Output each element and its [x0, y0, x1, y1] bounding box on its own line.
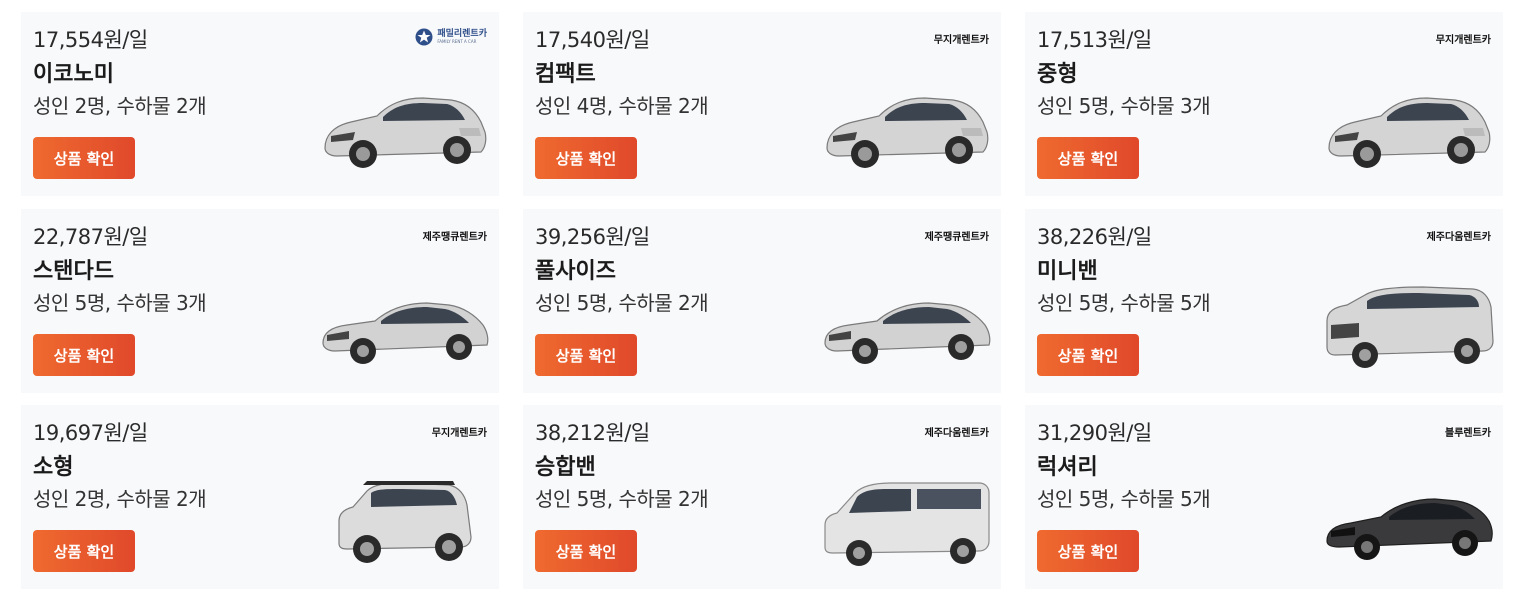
company-name: 무지개렌트카	[431, 428, 487, 439]
company-name: 제주땡큐렌트카	[422, 232, 487, 243]
capacity: 성인 5명, 수하물 2개	[535, 291, 709, 315]
car-type: 승합밴	[535, 455, 596, 480]
car-card-fullsize: 39,256원/일 풀사이즈 성인 5명, 수하물 2개 상품 확인 제주땡큐렌…	[523, 209, 1001, 393]
check-product-button[interactable]: 상품 확인	[1037, 137, 1139, 179]
car-type: 이코노미	[33, 62, 114, 87]
car-type: 스탠다드	[33, 259, 114, 284]
check-product-button[interactable]: 상품 확인	[33, 334, 135, 376]
check-product-button[interactable]: 상품 확인	[33, 137, 135, 179]
car-card-standard: 22,787원/일 스탠다드 성인 5명, 수하물 3개 상품 확인 제주땡큐렌…	[21, 209, 499, 393]
car-card-small: 19,697원/일 소형 성인 2명, 수하물 2개 상품 확인 무지개렌트카	[21, 405, 499, 589]
check-product-button[interactable]: 상품 확인	[33, 530, 135, 572]
company-name: 블루렌트카	[1445, 428, 1491, 439]
company-name: 제주다움렌트카	[1426, 232, 1491, 243]
company-name: 제주땡큐렌트카	[924, 232, 989, 243]
hatchback-car-icon	[826, 97, 989, 169]
check-product-button[interactable]: 상품 확인	[535, 334, 637, 376]
capacity: 성인 5명, 수하물 5개	[1037, 487, 1211, 511]
car-type: 중형	[1037, 62, 1078, 87]
capacity: 성인 4명, 수하물 2개	[535, 94, 709, 118]
car-card-luxury: 31,290원/일 럭셔리 성인 5명, 수하물 5개 상품 확인 블루렌트카	[1025, 405, 1503, 589]
mini-car-icon	[338, 480, 472, 564]
price: 22,787원/일	[33, 225, 148, 249]
price: 31,290원/일	[1037, 421, 1152, 445]
company-name: 패밀리렌트카	[437, 29, 487, 39]
hatchback-car-icon	[324, 97, 487, 169]
car-card-economy: 17,554원/일 이코노미 성인 2명, 수하물 2개 상품 확인 패밀리렌트…	[21, 12, 499, 196]
car-type: 미니밴	[1037, 259, 1098, 284]
car-type: 컴팩트	[535, 62, 596, 87]
van-car-icon	[824, 482, 990, 567]
capacity: 성인 2명, 수하물 2개	[33, 94, 207, 118]
price: 39,256원/일	[535, 225, 650, 249]
check-product-button[interactable]: 상품 확인	[1037, 334, 1139, 376]
price: 38,226원/일	[1037, 225, 1152, 249]
luxury-sedan-car-icon	[1326, 498, 1493, 561]
car-type: 럭셔리	[1037, 455, 1098, 480]
capacity: 성인 5명, 수하물 5개	[1037, 291, 1211, 315]
price: 38,212원/일	[535, 421, 650, 445]
company-logo: 패밀리렌트카 FAMILY RENT A CAR	[414, 28, 487, 46]
capacity: 성인 5명, 수하물 3개	[33, 291, 207, 315]
check-product-button[interactable]: 상품 확인	[1037, 530, 1139, 572]
check-product-button[interactable]: 상품 확인	[535, 530, 637, 572]
car-card-midsize: 17,513원/일 중형 성인 5명, 수하물 3개 상품 확인 무지개렌트카	[1025, 12, 1503, 196]
capacity: 성인 5명, 수하물 3개	[1037, 94, 1211, 118]
car-card-compact: 17,540원/일 컴팩트 성인 4명, 수하물 2개 상품 확인 무지개렌트카	[523, 12, 1001, 196]
minivan-car-icon	[1326, 286, 1494, 369]
car-card-van: 38,212원/일 승합밴 성인 5명, 수하물 2개 상품 확인 제주다움렌트…	[523, 405, 1001, 589]
car-type: 소형	[33, 455, 74, 480]
sedan-car-icon	[824, 302, 991, 365]
company-subtitle: FAMILY RENT A CAR	[437, 39, 477, 44]
car-card-minivan: 38,226원/일 미니밴 성인 5명, 수하물 5개 상품 확인 제주다움렌트…	[1025, 209, 1503, 393]
capacity: 성인 2명, 수하물 2개	[33, 487, 207, 511]
capacity: 성인 5명, 수하물 2개	[535, 487, 709, 511]
check-product-button[interactable]: 상품 확인	[535, 137, 637, 179]
company-name: 제주다움렌트카	[924, 428, 989, 439]
company-name: 무지개렌트카	[1435, 35, 1491, 46]
car-type: 풀사이즈	[535, 259, 616, 284]
sedan-car-icon	[322, 302, 489, 365]
price: 19,697원/일	[33, 421, 148, 445]
car-rental-grid: 17,554원/일 이코노미 성인 2명, 수하물 2개 상품 확인 패밀리렌트…	[0, 0, 1528, 598]
price: 17,554원/일	[33, 28, 148, 52]
hatchback-car-icon	[1328, 97, 1491, 169]
price: 17,513원/일	[1037, 28, 1152, 52]
price: 17,540원/일	[535, 28, 650, 52]
company-name: 무지개렌트카	[933, 35, 989, 46]
star-logo-icon	[415, 28, 433, 46]
